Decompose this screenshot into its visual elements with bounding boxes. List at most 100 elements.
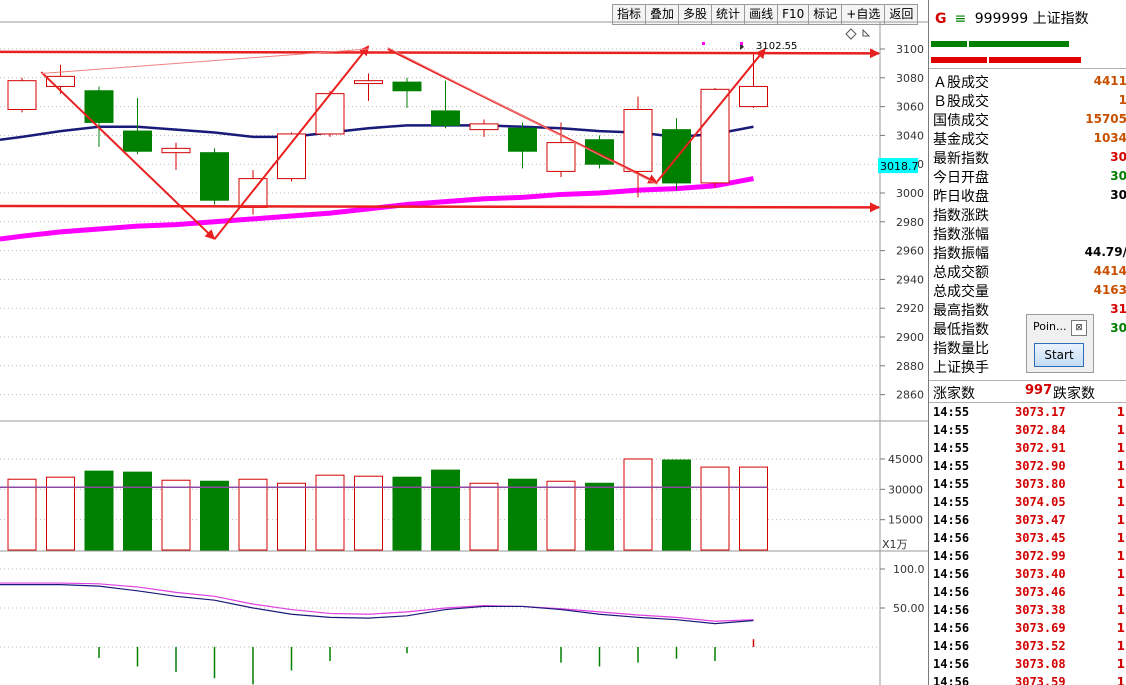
candle-body-16 — [623, 108, 653, 172]
tick-time-14: 14:56 — [933, 657, 970, 671]
stat-value-10: 4414 — [1093, 264, 1126, 278]
signal-dot-0 — [702, 42, 705, 45]
tick-price-1: 3072.84 — [1015, 423, 1066, 437]
tick-vol-8: 1 — [1116, 549, 1125, 563]
panel-divider-3 — [929, 402, 1126, 403]
volume-tick-label-0: 45000 — [888, 453, 923, 466]
volume-bar-11 — [431, 469, 460, 551]
candle-body-8 — [315, 93, 345, 135]
close-icon[interactable]: ⊠ — [1071, 320, 1087, 336]
stat-label-11: 总成交量 — [933, 284, 989, 300]
group-icon: G — [935, 11, 947, 27]
volume-bar-17 — [662, 459, 691, 551]
price-tick-label-9: 2920 — [896, 302, 924, 315]
tick-price-2: 3072.91 — [1015, 441, 1066, 455]
candle-body-4 — [161, 147, 191, 154]
volume-unit-label: X1万 — [882, 538, 908, 551]
tick-time-15: 14:56 — [933, 675, 970, 685]
tick-vol-14: 1 — [1116, 657, 1125, 671]
stock-name: 上证指数 — [1032, 11, 1089, 27]
price-tick-label-5: 3000 — [896, 187, 924, 200]
volume-bar-5 — [200, 480, 229, 551]
tick-price-0: 3073.17 — [1015, 405, 1066, 419]
tick-time-5: 14:55 — [933, 495, 970, 509]
stat-label-12: 最高指数 — [933, 303, 989, 319]
stat-value-2: 15705 — [1085, 112, 1126, 126]
stat-value-11: 4163 — [1093, 283, 1126, 297]
panel-header: G ≡ 999999 上证指数 — [935, 8, 1089, 28]
annotation-arrow-1 — [0, 202, 880, 213]
stat-label-6: 昨日收盘 — [933, 189, 989, 205]
price-tick-label-6: 2980 — [896, 216, 924, 229]
price-tick-label-8: 2940 — [896, 273, 924, 286]
stat-label-14: 指数量比 — [933, 341, 989, 357]
candle-body-11 — [431, 110, 460, 126]
menu-icon[interactable]: ≡ — [955, 11, 967, 27]
tick-time-11: 14:56 — [933, 603, 970, 617]
stat-label-8: 指数涨幅 — [933, 227, 989, 243]
tick-vol-12: 1 — [1116, 621, 1125, 635]
last-price-label: 3018.7 — [880, 160, 919, 173]
stat-label-15: 上证换手 — [933, 360, 989, 376]
volume-bar-6 — [238, 478, 268, 551]
tick-price-13: 3073.52 — [1015, 639, 1066, 653]
tick-vol-11: 1 — [1116, 603, 1125, 617]
indicator-line-pink — [0, 582, 754, 622]
candle-body-10 — [392, 81, 422, 92]
stat-label-0: Ａ股成交 — [933, 75, 989, 91]
candle-body-3 — [123, 130, 152, 152]
volume-tick-label-2: 15000 — [888, 514, 923, 527]
stat-label-1: Ｂ股成交 — [933, 94, 989, 110]
tick-time-13: 14:56 — [933, 639, 970, 653]
volume-bar-3 — [123, 471, 152, 551]
stat-label-10: 总成交额 — [933, 265, 989, 281]
volume-bar-2 — [84, 470, 114, 551]
ma-line-magenta — [0, 176, 754, 242]
volume-bar-7 — [277, 482, 306, 551]
candle-body-18 — [700, 88, 730, 184]
tick-price-12: 3073.69 — [1015, 621, 1066, 635]
volume-bar-1 — [46, 476, 75, 551]
stat-value-0: 4411 — [1093, 74, 1126, 88]
panel-divider-1 — [929, 68, 1126, 69]
price-tick-label-2: 3060 — [896, 101, 924, 114]
tick-vol-10: 1 — [1116, 585, 1125, 599]
triangle-icon — [862, 28, 871, 37]
tick-time-6: 14:56 — [933, 513, 970, 527]
tick-vol-13: 1 — [1116, 639, 1125, 653]
tick-time-0: 14:55 — [933, 405, 970, 419]
tick-time-3: 14:55 — [933, 459, 970, 473]
volume-bar-19 — [739, 466, 768, 551]
annotation-arrow-0 — [0, 48, 880, 59]
stat-value-5: 30 — [1110, 169, 1126, 183]
price-tick-label-0: 3100 — [896, 43, 924, 56]
buy-sell-bar-green-2 — [969, 41, 1069, 47]
stat-value-12: 31 — [1110, 302, 1126, 316]
candle-body-13 — [508, 127, 537, 152]
tick-vol-5: 1 — [1116, 495, 1125, 509]
tick-time-7: 14:56 — [933, 531, 970, 545]
tick-vol-4: 1 — [1116, 477, 1125, 491]
price-tick-label-1: 3080 — [896, 72, 924, 85]
volume-bar-8 — [315, 474, 345, 551]
indicator-line-navy — [0, 583, 754, 625]
diamond-icon — [845, 28, 857, 40]
stock-chart[interactable]: 3100308030603040302030002980296029402920… — [0, 0, 928, 685]
tick-price-3: 3072.90 — [1015, 459, 1066, 473]
volume-bar-12 — [469, 482, 499, 551]
tick-price-5: 3074.05 — [1015, 495, 1066, 509]
signal-dot-1 — [740, 42, 743, 45]
high-price-label: 3102.55 — [756, 41, 797, 52]
volume-bar-4 — [161, 479, 191, 551]
tick-time-1: 14:55 — [933, 423, 970, 437]
start-button[interactable]: Start — [1034, 343, 1084, 367]
stat-label-9: 指数振幅 — [933, 246, 989, 262]
stock-code: 999999 — [974, 11, 1029, 27]
price-tick-label-10: 2900 — [896, 331, 924, 344]
candle-body-12 — [469, 123, 499, 131]
tick-price-11: 3073.38 — [1015, 603, 1066, 617]
candle-body-14 — [546, 142, 576, 172]
price-tick-label-11: 2880 — [896, 360, 924, 373]
tick-time-8: 14:56 — [933, 549, 970, 563]
tick-price-14: 3073.08 — [1015, 657, 1066, 671]
